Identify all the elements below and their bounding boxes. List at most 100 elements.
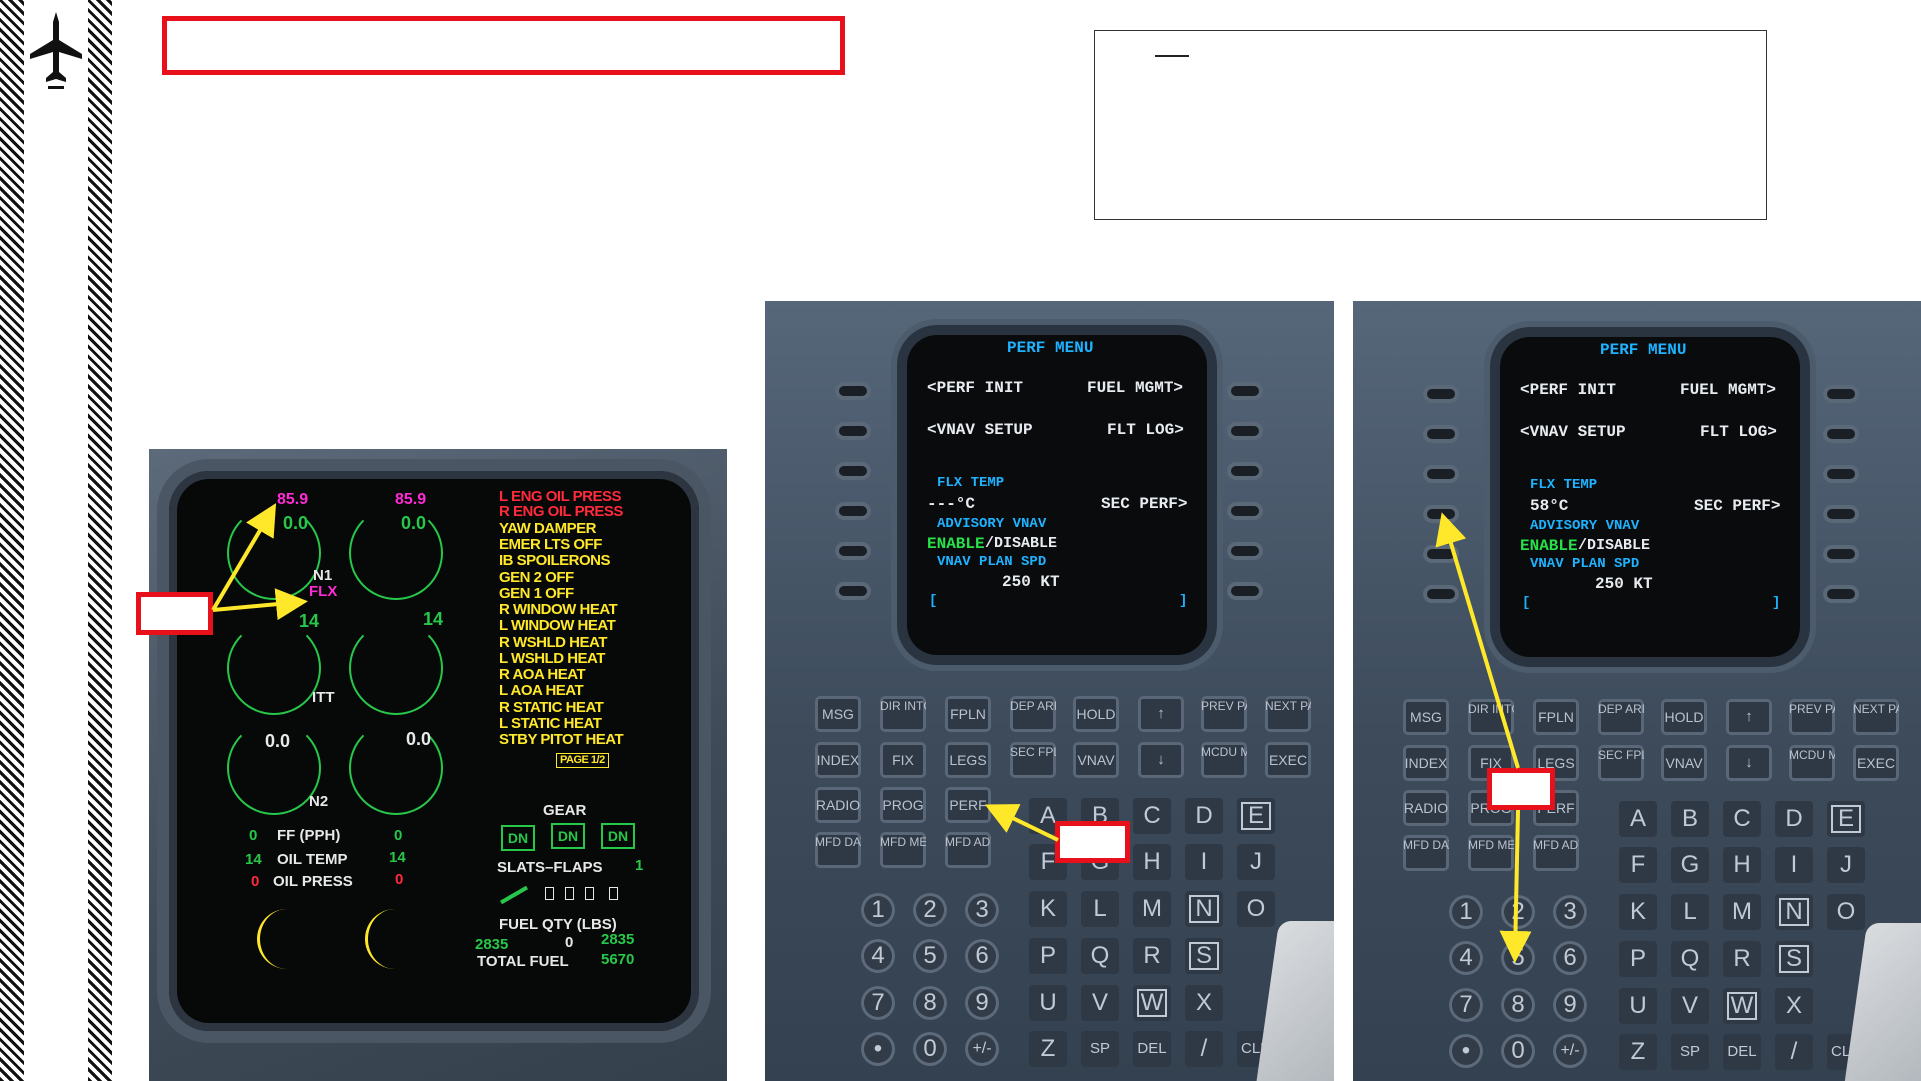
key-sp[interactable]: SP	[1081, 1031, 1119, 1067]
key-m-r[interactable]: M	[1723, 894, 1761, 930]
key-m[interactable]: M	[1133, 891, 1171, 927]
mcdu-right-lsk-r5[interactable]	[1827, 549, 1855, 559]
key-u[interactable]: U	[1029, 985, 1067, 1021]
key-v-r[interactable]: V	[1671, 988, 1709, 1024]
key-8-r[interactable]: 8	[1501, 988, 1535, 1022]
key-x-r[interactable]: X	[1775, 988, 1813, 1024]
key-w[interactable]: W	[1133, 985, 1171, 1021]
mcdu-right-lsk-r1[interactable]	[1827, 389, 1855, 399]
mcdu-left-lsk-r6[interactable]	[1231, 586, 1259, 596]
key-prev-page-r[interactable]: PREV PAGE	[1789, 699, 1835, 735]
key-r[interactable]: R	[1133, 938, 1171, 974]
key-6[interactable]: 6	[965, 939, 999, 973]
mcdu-right-lsk-r3[interactable]	[1827, 469, 1855, 479]
mcdu-right-lsk-l3[interactable]	[1427, 469, 1455, 479]
key-vnav-r[interactable]: VNAV	[1661, 745, 1707, 781]
key-h[interactable]: H	[1133, 844, 1171, 880]
key-0[interactable]: 0	[913, 1032, 947, 1066]
key-l[interactable]: L	[1081, 891, 1119, 927]
key-4[interactable]: 4	[861, 939, 895, 973]
key-8[interactable]: 8	[913, 986, 947, 1020]
key-del-r[interactable]: DEL	[1723, 1034, 1761, 1070]
key-n-r[interactable]: N	[1775, 894, 1813, 930]
key-d-r[interactable]: D	[1775, 801, 1813, 837]
key-r-r[interactable]: R	[1723, 941, 1761, 977]
key-q[interactable]: Q	[1081, 938, 1119, 974]
key-i[interactable]: I	[1185, 844, 1223, 880]
key-mcdu-menu[interactable]: MCDU MENU	[1201, 742, 1247, 778]
key-dir-intc[interactable]: DIR INTC	[880, 696, 926, 732]
key-plus-minus[interactable]: +/-	[965, 1032, 999, 1066]
key-exec-r[interactable]: EXEC	[1853, 745, 1899, 781]
key-dir-intc-r[interactable]: DIR INTC	[1468, 699, 1514, 735]
key-p[interactable]: P	[1029, 938, 1067, 974]
key-radio-r[interactable]: RADIO	[1403, 790, 1449, 826]
key-1[interactable]: 1	[861, 893, 895, 927]
key-e[interactable]: E	[1237, 798, 1275, 834]
key-g-r[interactable]: G	[1671, 847, 1709, 883]
key-slash[interactable]: /	[1185, 1031, 1223, 1067]
key-5[interactable]: 5	[913, 939, 947, 973]
key-sec-fpln-r[interactable]: SEC FPLN	[1598, 745, 1644, 781]
key-i-r[interactable]: I	[1775, 847, 1813, 883]
key-2-r[interactable]: 2	[1501, 895, 1535, 929]
key-9-r[interactable]: 9	[1553, 988, 1587, 1022]
key-3[interactable]: 3	[965, 893, 999, 927]
key-j[interactable]: J	[1237, 844, 1275, 880]
key-dep-arr-r[interactable]: DEP ARR	[1598, 699, 1644, 735]
mcdu-left-lsk-l5[interactable]	[839, 546, 867, 556]
key-j-r[interactable]: J	[1827, 847, 1865, 883]
key-k-r[interactable]: K	[1619, 894, 1657, 930]
key-up-arrow-r[interactable]: ↑	[1726, 699, 1772, 735]
key-msg[interactable]: MSG	[815, 696, 861, 732]
key-next-page[interactable]: NEXT PAGE	[1265, 696, 1311, 732]
key-mfd-adv-r[interactable]: MFD ADV	[1533, 835, 1579, 871]
key-exec[interactable]: EXEC	[1265, 742, 1311, 778]
mcdu-left-lsk-r1[interactable]	[1231, 386, 1259, 396]
mcdu-right-lsk-r6[interactable]	[1827, 589, 1855, 599]
key-9[interactable]: 9	[965, 986, 999, 1020]
key-s-r[interactable]: S	[1775, 941, 1813, 977]
mcdu-left-lsk-r3[interactable]	[1231, 466, 1259, 476]
mcdu-right-lsk-r4[interactable]	[1827, 509, 1855, 519]
key-plus-minus-r[interactable]: +/-	[1553, 1034, 1587, 1068]
key-u-r[interactable]: U	[1619, 988, 1657, 1024]
key-p-r[interactable]: P	[1619, 941, 1657, 977]
key-prev-page[interactable]: PREV PAGE	[1201, 696, 1247, 732]
mcdu-left-lsk-l3[interactable]	[839, 466, 867, 476]
key-vnav[interactable]: VNAV	[1073, 742, 1119, 778]
key-n[interactable]: N	[1185, 891, 1223, 927]
key-o[interactable]: O	[1237, 891, 1275, 927]
key-o-r[interactable]: O	[1827, 894, 1865, 930]
key-msg-r[interactable]: MSG	[1403, 699, 1449, 735]
key-c[interactable]: C	[1133, 798, 1171, 834]
key-slash-r[interactable]: /	[1775, 1034, 1813, 1070]
key-next-page-r[interactable]: NEXT PAGE	[1853, 699, 1899, 735]
key-index-r[interactable]: INDEX	[1403, 745, 1449, 781]
key-1-r[interactable]: 1	[1449, 895, 1483, 929]
key-legs[interactable]: LEGS	[945, 742, 991, 778]
key-dep-arr[interactable]: DEP ARR	[1010, 696, 1056, 732]
key-2[interactable]: 2	[913, 893, 947, 927]
key-fpln[interactable]: FPLN	[945, 696, 991, 732]
key-mcdu-menu-r[interactable]: MCDU MENU	[1789, 745, 1835, 781]
key-up-arrow[interactable]: ↑	[1138, 696, 1184, 732]
key-b-r[interactable]: B	[1671, 801, 1709, 837]
mcdu-left-lsk-l2[interactable]	[839, 426, 867, 436]
key-prog[interactable]: PROG	[880, 787, 926, 823]
key-perf[interactable]: PERF	[945, 787, 991, 823]
key-7-r[interactable]: 7	[1449, 988, 1483, 1022]
key-z[interactable]: Z	[1029, 1031, 1067, 1067]
mcdu-left-lsk-r2[interactable]	[1231, 426, 1259, 436]
key-w-r[interactable]: W	[1723, 988, 1761, 1024]
key-dot-r[interactable]: •	[1449, 1034, 1483, 1068]
mcdu-left-lsk-l4[interactable]	[839, 506, 867, 516]
key-mfd-menu[interactable]: MFD MENU	[880, 832, 926, 868]
key-e-r[interactable]: E	[1827, 801, 1865, 837]
key-x[interactable]: X	[1185, 985, 1223, 1021]
mcdu-left-lsk-r4[interactable]	[1231, 506, 1259, 516]
key-a-r[interactable]: A	[1619, 801, 1657, 837]
key-7[interactable]: 7	[861, 986, 895, 1020]
mcdu-left-lsk-l6[interactable]	[839, 586, 867, 596]
key-0-r[interactable]: 0	[1501, 1034, 1535, 1068]
